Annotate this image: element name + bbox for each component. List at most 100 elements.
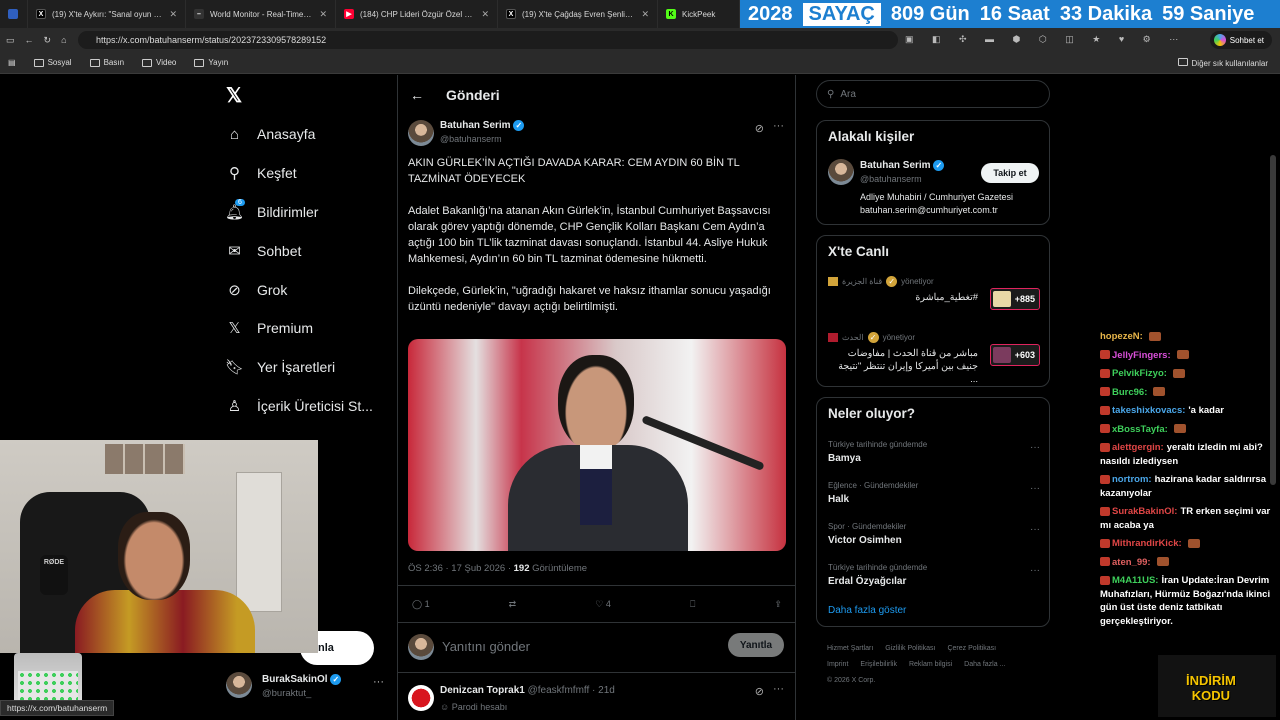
live-item[interactable]: الحدث ✓ yönetiyor مباشر من قناة الحدث | مف… <box>828 332 1040 385</box>
close-icon[interactable]: ✕ <box>319 9 327 20</box>
badge-icon <box>1100 368 1110 378</box>
more-icon[interactable]: ··· <box>773 683 784 695</box>
tab-menu-button[interactable] <box>0 0 28 28</box>
live-thumbnail <box>993 291 1011 307</box>
chat-username[interactable]: MithrandirKick: <box>1112 538 1182 549</box>
chat-message: JellyFingers: <box>1100 349 1275 363</box>
author-name[interactable]: Batuhan Serim ✓ <box>440 120 525 131</box>
more-icon[interactable]: ··· <box>1030 483 1040 494</box>
tab-x-aykiri[interactable]: X (19) X'te Aykırı: "Sanal oyun şüphe ✕ <box>28 0 186 28</box>
grok-icon[interactable]: ⊘ <box>755 122 764 135</box>
chat-username[interactable]: hopezeN: <box>1100 331 1143 342</box>
tweet-image[interactable] <box>408 339 786 551</box>
nav-explore[interactable]: ⚲ Keşfet <box>226 158 297 188</box>
more-icon[interactable]: ··· <box>1030 524 1040 535</box>
footer-link[interactable]: Erişilebilirlik <box>860 661 897 668</box>
chat-username[interactable]: alettgergin: <box>1112 442 1164 453</box>
chat-message: xBossTayfa: <box>1100 423 1275 437</box>
tab-youtube-chp[interactable]: ▶ (184) CHP Lideri Özgür Özel Partis ✕ <box>336 0 498 28</box>
show-more-link[interactable]: Daha fazla göster <box>828 605 906 616</box>
follow-button[interactable]: Takip et <box>981 163 1039 183</box>
person-handle[interactable]: @batuhanserm <box>860 174 922 184</box>
tweet-time[interactable]: ÖS 2:36 · 17 Şub 2026 · <box>408 563 514 574</box>
home-icon[interactable]: ⌂ <box>61 35 66 45</box>
reply-input[interactable]: Yanıtını gönder <box>442 639 530 654</box>
reply-button[interactable]: Yanıtla <box>728 633 784 657</box>
nav-notifications[interactable]: 🔔︎ 6 Bildirimler <box>225 197 318 227</box>
close-icon[interactable]: ✕ <box>481 9 489 20</box>
chat-username[interactable]: M4A11US: <box>1112 575 1158 586</box>
footer-link[interactable]: Daha fazla ... <box>964 661 1005 668</box>
close-icon[interactable]: ✕ <box>641 9 649 20</box>
bookmark-folder-sosyal[interactable]: Sosyal <box>33 58 72 67</box>
repost-action[interactable]: ⇄ <box>509 599 517 610</box>
avatar[interactable] <box>408 685 434 711</box>
nav-home[interactable]: ⌂ Anasayfa <box>226 119 315 149</box>
trend-item[interactable]: Eğlence · Gündemdekiler Halk ··· <box>828 481 1040 517</box>
more-icon[interactable]: ··· <box>1030 565 1040 576</box>
more-icon[interactable]: ··· <box>773 120 784 132</box>
other-bookmarks[interactable]: Diğer sık kullanılanlar <box>1177 58 1268 68</box>
person-name[interactable]: Batuhan Serim ✓ <box>860 160 945 171</box>
nav-premium[interactable]: 𝕏 Premium <box>226 313 313 343</box>
search-input[interactable]: ⚲ Ara <box>816 80 1050 108</box>
nav-chat[interactable]: ✉ Sohbet <box>226 236 301 266</box>
reload-icon[interactable]: ↻ <box>44 35 52 46</box>
share-action[interactable]: ⇪ <box>774 599 782 610</box>
avatar[interactable] <box>828 159 854 185</box>
tab-kickpeek[interactable]: K KickPeek <box>658 0 740 28</box>
avatar[interactable] <box>408 120 434 146</box>
bookmarks-bar: ▤ Sosyal Basın Video Yayın Diğer sık kul… <box>0 52 1280 74</box>
live-item[interactable]: قناة الجزيرة ✓ yönetiyor #تغطية_مباشرة +88… <box>828 276 1040 324</box>
chat-username[interactable]: aten_99: <box>1112 557 1151 568</box>
trend-item[interactable]: Türkiye tarihinde gündemde Bamya ··· <box>828 440 1040 476</box>
badge-icon <box>1100 424 1110 434</box>
live-title: #تغطية_مباشرة <box>915 292 978 303</box>
footer-link[interactable]: Gizlilik Politikası <box>885 645 935 652</box>
chat-username[interactable]: nortrom: <box>1112 474 1152 485</box>
footer-link[interactable]: Imprint <box>827 661 848 668</box>
back-arrow-icon[interactable]: ← <box>410 87 424 103</box>
chat-username[interactable]: SurakBakinOl: <box>1112 506 1177 517</box>
tab-world-monitor[interactable]: –World Monitor - Real-Time Global✕ <box>186 0 336 28</box>
chat-username[interactable]: Burc96: <box>1112 387 1147 398</box>
copilot-chat-button[interactable]: Sohbet et <box>1209 31 1272 49</box>
like-action[interactable]: ♡ 4 <box>595 599 611 610</box>
tab-x-cagdas[interactable]: X (19) X'te Çağdaş Evren Şenlik: "#S ✕ <box>498 0 658 28</box>
grok-icon[interactable]: ⊘ <box>755 685 764 698</box>
chat-username[interactable]: xBossTayfa: <box>1112 424 1168 435</box>
footer-link[interactable]: Hizmet Şartları <box>827 645 873 652</box>
bookmark-manager-icon[interactable]: ▤ <box>8 58 16 67</box>
bookmark-folder-yayin[interactable]: Yayın <box>194 58 228 67</box>
reply-author[interactable]: Denizcan Toprak1 @feaskfmfmff · 21d <box>440 685 615 696</box>
close-icon[interactable]: ✕ <box>169 9 177 20</box>
reply-tweet[interactable]: Denizcan Toprak1 @feaskfmfmff · 21d ☺ Pa… <box>408 683 788 719</box>
reply-action[interactable]: ◯ 1 <box>412 599 430 610</box>
trend-item[interactable]: Spor · Gündemdekiler Victor Osimhen ··· <box>828 522 1040 558</box>
footer-link[interactable]: Çerez Politikası <box>947 645 996 652</box>
sidebar-toggle-icon[interactable]: ▭ <box>6 35 15 46</box>
nav-grok[interactable]: ⊘ Grok <box>226 275 287 305</box>
nav-creator-studio[interactable]: ♙ İçerik Üreticisi St... <box>226 391 373 421</box>
chat-username[interactable]: takeshixkovacs: <box>1112 405 1185 416</box>
bookmark-action[interactable]: ⎕ <box>690 599 695 610</box>
chat-username[interactable]: PelvikFizyo: <box>1112 368 1167 379</box>
bookmark-folder-basin[interactable]: Basın <box>89 58 124 67</box>
chat-username[interactable]: JellyFingers: <box>1112 350 1171 361</box>
verified-icon: ✓ <box>513 120 525 131</box>
account-switcher[interactable]: BurakSakinOl ✓ @buraktut_ ··· <box>226 670 396 702</box>
alhadath-logo-icon <box>828 333 838 342</box>
kick-icon: K <box>666 9 676 19</box>
address-bar[interactable]: https://x.com/batuhanserm/status/2023723… <box>78 31 898 49</box>
back-icon[interactable]: ← <box>25 35 34 45</box>
trend-item[interactable]: Türkiye tarihinde gündemde Erdal Özyağcıl… <box>828 563 1040 599</box>
footer-link[interactable]: Reklam bilgisi <box>909 661 952 668</box>
nav-bookmarks[interactable]: 🔖︎ Yer İşaretleri <box>224 352 335 382</box>
more-icon[interactable]: ··· <box>1030 442 1040 453</box>
bookmark-folder-video[interactable]: Video <box>142 58 176 67</box>
bookmark-icon: 🔖︎ <box>224 359 245 376</box>
x-logo-icon[interactable]: 𝕏 <box>226 83 242 108</box>
author-handle[interactable]: @batuhanserm <box>440 134 502 144</box>
more-icon[interactable]: ··· <box>373 676 384 688</box>
browser-toolbar: ▭ ← ↻ ⌂ https://x.com/batuhanserm/status… <box>0 28 1280 52</box>
